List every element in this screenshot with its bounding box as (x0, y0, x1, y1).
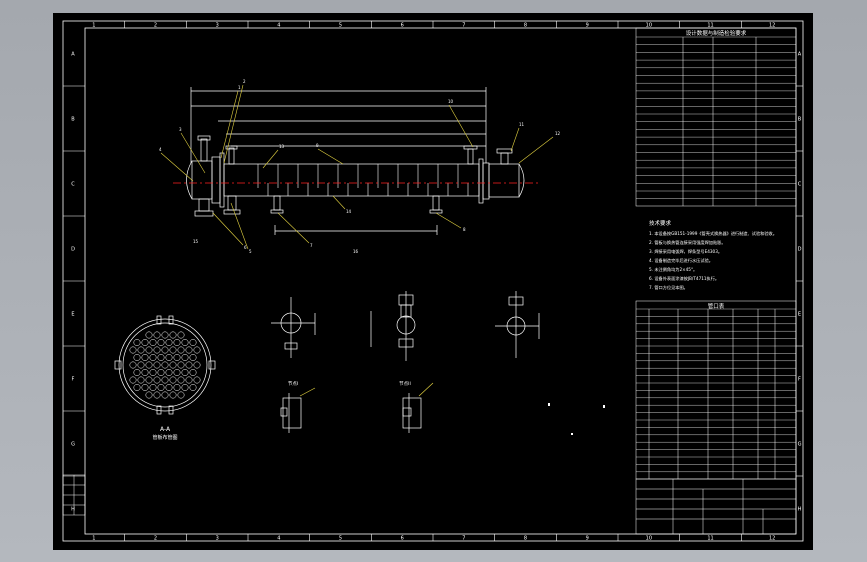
callout-number: 3 (179, 127, 182, 132)
grid-col-label: 9 (586, 536, 589, 542)
detail-label-2: 节点II (399, 381, 411, 387)
callout-number: 14 (346, 209, 352, 214)
stray-marks (548, 403, 605, 435)
parts-title: 管口表 (708, 302, 725, 310)
grid-row-label: C (71, 182, 75, 188)
callout-number: 12 (555, 131, 561, 136)
note-line: 3. 焊接采用电弧焊，焊条型号E4303。 (649, 248, 722, 255)
grid-row-label: H (798, 507, 802, 513)
grid-row-label: F (798, 377, 801, 383)
grid-col-label: 12 (769, 23, 775, 29)
grid-col-label: 10 (646, 23, 652, 29)
note-line: 6. 设备外表面涂漆按JB/T4711执行。 (649, 275, 719, 282)
grid-col-label: 6 (401, 536, 404, 542)
grid-col-label: 8 (524, 23, 527, 29)
grid-col-label: 1 (92, 23, 95, 29)
outer-border (62, 20, 804, 542)
section-label: A-A (160, 426, 171, 433)
grid-row-label: B (71, 117, 75, 123)
grid-row-label: D (798, 247, 802, 253)
grid-col-label: 2 (154, 536, 157, 542)
grid-row-label: A (798, 52, 802, 58)
grid-col-label: 4 (277, 536, 280, 542)
grid-col-label: 11 (707, 536, 713, 542)
grid-col-label: 1 (92, 536, 95, 542)
grid-col-label: 5 (339, 23, 342, 29)
grid-col-label: 3 (216, 536, 219, 542)
callout-number: 5 (249, 249, 252, 254)
title-block (635, 478, 797, 535)
grid-row-label: G (798, 442, 802, 448)
spec-title: 设计数据与制造检验要求 (686, 29, 747, 37)
callout-number: 8 (463, 227, 466, 232)
nozzle-views (271, 291, 540, 361)
drawing-canvas: 112233445566778899101011111212A AB BC CD DE E… (62, 20, 804, 542)
drawing-sheet[interactable]: 1 1 2 2 3 3 4 4 5 5 6 6 7 7 8 8 9 9 10 10 11 11 12 12 A A B B C C D D E E… (53, 13, 813, 550)
grid-row-label: G (71, 442, 75, 448)
note-line: 7. 管口方位见本图。 (649, 284, 688, 291)
tubesheet-section-view (114, 315, 216, 415)
grid-col-label: 9 (586, 23, 589, 29)
grid-row-label: E (71, 312, 74, 318)
grid-col-label: 11 (707, 23, 713, 29)
grid-col-label: 6 (401, 23, 404, 29)
grid-col-label: 7 (462, 23, 465, 29)
note-line: 2. 管板与换热管连接采用强度焊加贴胀。 (649, 239, 726, 246)
spec-table (635, 27, 797, 207)
grid-col-label: 5 (339, 536, 342, 542)
grid-col-label: 12 (769, 536, 775, 542)
callout-number: 9 (316, 143, 319, 148)
grid-row-label: E (798, 312, 801, 318)
callout-number: 10 (448, 99, 454, 104)
grid-col-label: 2 (154, 23, 157, 29)
note-line: 1. 本设备按GB151-1999《管壳式换热器》进行制造、试验和验收。 (649, 230, 777, 237)
grid-row-label: A (71, 52, 75, 58)
grid-col-label: 10 (646, 536, 652, 542)
grid-row-label: D (71, 247, 75, 253)
grid-col-label: 8 (524, 536, 527, 542)
callout-number: 4 (159, 147, 162, 152)
grid-row-label: C (798, 182, 802, 188)
grid-row-label: B (798, 117, 802, 123)
grid-row-label: H (71, 507, 75, 513)
grid-row-label: F (72, 377, 75, 383)
detail-label-1: 节点I (288, 381, 298, 387)
technical-notes: 1. 本设备按GB151-1999《管壳式换热器》进行制造、试验和验收。 2. 管… (649, 230, 777, 291)
callout-number: 7 (310, 243, 313, 248)
inner-border (84, 27, 797, 535)
callout-number: 1 (238, 85, 241, 90)
grid-col-label: 7 (462, 536, 465, 542)
callout-number: 11 (519, 122, 525, 127)
parts-table (635, 300, 797, 480)
callout-number: 13 (279, 144, 285, 149)
grid-col-label: 4 (277, 23, 280, 29)
note-line: 4. 设备制造完毕后进行水压试验。 (649, 257, 713, 264)
section-sub: 管板布管图 (152, 434, 177, 441)
callout-labels: 123456 78910111213141516 (159, 79, 561, 254)
notes-title: 技术要求 (649, 219, 672, 227)
detail-views (280, 382, 434, 433)
note-line: 5. 未注倒角均为2×45°。 (649, 266, 697, 273)
callout-number: 15 (193, 239, 199, 244)
callout-number: 16 (353, 249, 359, 254)
callout-number: 2 (243, 79, 246, 84)
grid-col-label: 3 (216, 23, 219, 29)
revision-table (62, 474, 86, 516)
zone-grid: 112233445566778899101011111212A AB BC CD DE E… (63, 21, 803, 542)
